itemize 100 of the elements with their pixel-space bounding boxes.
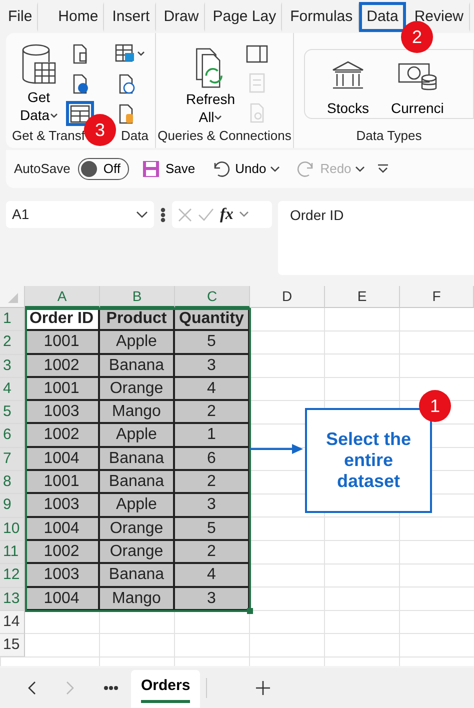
- row-header[interactable]: 1: [0, 308, 25, 332]
- add-sheet-icon[interactable]: [255, 680, 272, 696]
- table-cell: Banana: [100, 354, 175, 378]
- row-header[interactable]: 5: [0, 401, 25, 424]
- table-cell: Banana: [100, 471, 175, 494]
- caret-icon: [355, 165, 366, 173]
- save-button[interactable]: Save: [137, 159, 200, 179]
- row-header[interactable]: 13: [0, 588, 25, 611]
- table-cell: 1002: [25, 424, 100, 448]
- autosave-label: AutoSave: [14, 160, 70, 178]
- group-label: Data Types: [355, 127, 423, 145]
- previous-icon[interactable]: [27, 681, 37, 695]
- data-type-button[interactable]: Currenci: [389, 60, 446, 118]
- ribbon-tab[interactable]: Insert: [104, 2, 156, 32]
- name-box[interactable]: A1: [6, 201, 154, 228]
- table-cell: Apple: [100, 424, 175, 448]
- table-cell: 1002: [25, 540, 100, 564]
- group-label: Data: [120, 127, 148, 145]
- caret-icon: [270, 165, 280, 173]
- table-cell: 3: [175, 354, 250, 378]
- list-icon: [248, 73, 266, 93]
- row-header[interactable]: 9: [0, 494, 25, 518]
- column-header[interactable]: C: [175, 286, 250, 308]
- row-header[interactable]: 12: [0, 564, 25, 588]
- link-file-icon: [248, 103, 266, 123]
- database-file-icon: [116, 104, 135, 124]
- table-cell: Orange: [100, 540, 175, 564]
- ribbon-tab[interactable]: Formulas: [282, 2, 359, 32]
- column-header[interactable]: A: [25, 286, 100, 308]
- row-header[interactable]: 8: [0, 471, 25, 494]
- dropdown-icon: [136, 210, 148, 218]
- data-type-button[interactable]: Stocks: [325, 60, 372, 118]
- table-camera-icon: [114, 44, 145, 64]
- table-cell: Banana: [100, 448, 175, 472]
- ribbon-tab[interactable]: Page Lay: [204, 2, 282, 32]
- formula-field[interactable]: Order ID: [278, 201, 474, 275]
- save-icon: [141, 159, 162, 179]
- column-header[interactable]: B: [100, 286, 175, 308]
- undo-button[interactable]: Undo: [207, 159, 284, 179]
- table-cell: Apple: [100, 494, 175, 518]
- table-cell: Orange: [100, 378, 175, 402]
- caret-icon: [214, 114, 222, 121]
- table-cell: Quantity: [175, 308, 250, 332]
- table-cell: 4: [175, 564, 250, 588]
- table-cell: Apple: [100, 331, 175, 355]
- ribbon-tab[interactable]: Home: [50, 2, 104, 32]
- table-cell: 2: [175, 471, 250, 494]
- autosave-toggle[interactable]: Off: [78, 158, 130, 180]
- table-cell: 6: [175, 448, 250, 472]
- table-cell: Mango: [100, 588, 175, 611]
- text-file-icon: [70, 44, 89, 64]
- table-cell: 1: [175, 424, 250, 448]
- caret-icon[interactable]: [239, 210, 250, 218]
- function-icon[interactable]: fx: [220, 202, 234, 226]
- table-cell: Product: [100, 308, 175, 332]
- table-cell: 5: [175, 331, 250, 355]
- row-header[interactable]: 6: [0, 424, 25, 448]
- row-header[interactable]: 7: [0, 448, 25, 472]
- row-header[interactable]: 2: [0, 331, 25, 355]
- get-data-button[interactable]: Get Data: [18, 39, 60, 126]
- clock-file-icon: [116, 74, 135, 94]
- column-header[interactable]: D: [250, 286, 325, 308]
- table-cell: 2: [175, 401, 250, 424]
- sheet-tab[interactable]: Orders: [131, 670, 200, 708]
- row-header[interactable]: 4: [0, 378, 25, 402]
- web-file-icon: [70, 74, 89, 94]
- step-badge: 1: [419, 390, 451, 422]
- row-header[interactable]: 15: [0, 634, 25, 658]
- ribbon-tab[interactable]: File: [0, 2, 38, 32]
- row-header[interactable]: 14: [0, 610, 25, 634]
- more-icon[interactable]: [103, 685, 119, 691]
- group-label: Queries & Connections: [156, 127, 292, 145]
- arrow: [250, 444, 303, 454]
- table-cell: 1001: [25, 471, 100, 494]
- customize-icon[interactable]: [377, 163, 390, 175]
- more-icon[interactable]: [160, 207, 166, 223]
- table-cell: 1003: [25, 401, 100, 424]
- group-label: Get & Transf: [12, 127, 85, 145]
- table-cell: 1004: [25, 518, 100, 541]
- row-header[interactable]: 10: [0, 518, 25, 541]
- table-cell: 1002: [25, 354, 100, 378]
- table-cell: 3: [175, 588, 250, 611]
- table-cell: 1003: [25, 494, 100, 518]
- table-cell: Mango: [100, 401, 175, 424]
- side-panel-icon: [246, 44, 268, 62]
- table-cell: 2: [175, 540, 250, 564]
- table-cell: 1004: [25, 448, 100, 472]
- refresh-all-button[interactable]: Refresh All: [184, 39, 238, 126]
- table-cell: 4: [175, 378, 250, 402]
- table-cell: Banana: [100, 564, 175, 588]
- ribbon-tab[interactable]: Draw: [156, 2, 205, 32]
- table-cell: 1003: [25, 564, 100, 588]
- table-cell: 1004: [25, 588, 100, 611]
- column-header[interactable]: E: [325, 286, 400, 308]
- row-header[interactable]: 3: [0, 354, 25, 378]
- row-header[interactable]: 11: [0, 540, 25, 564]
- table-cell: Orange: [100, 518, 175, 541]
- table-cell: 5: [175, 518, 250, 541]
- column-header[interactable]: F: [400, 286, 474, 308]
- table-cell: 1001: [25, 378, 100, 402]
